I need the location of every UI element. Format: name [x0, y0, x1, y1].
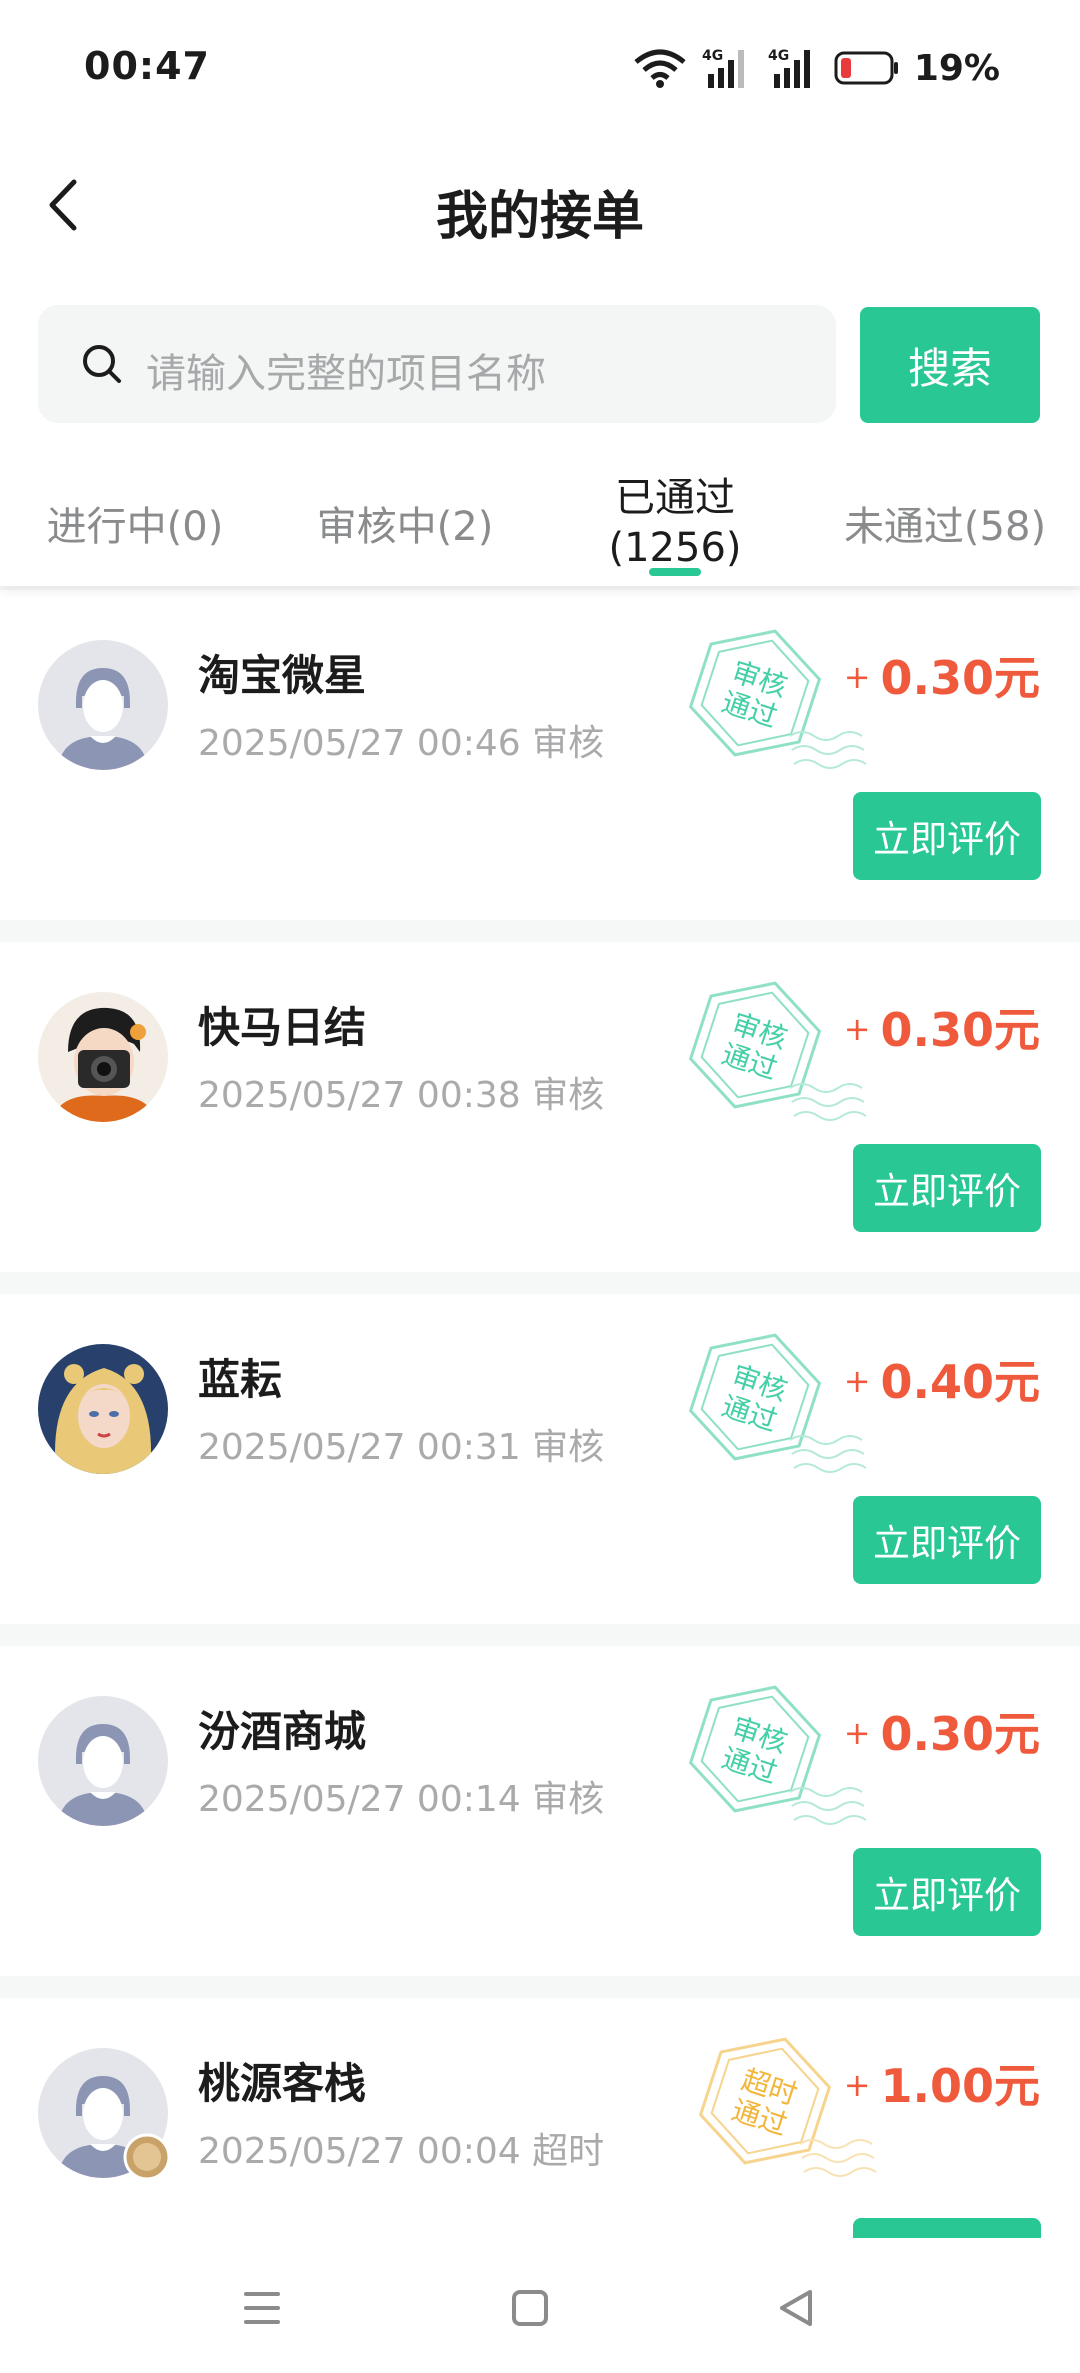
annual-badge-icon	[123, 2133, 171, 2181]
rate-button[interactable]	[853, 2218, 1041, 2238]
signal-4g-icon: 4G	[702, 48, 744, 88]
tab-approved-label: 已通过	[615, 475, 735, 521]
signal-4g-icon-2: 4G	[768, 48, 810, 88]
order-card[interactable]: 蓝耘 2025/05/27 00:31 审核 审核 通过 +0.40元 立即评价	[0, 1294, 1080, 1624]
tab-in-progress[interactable]: 进行中(0)	[20, 460, 250, 586]
battery-icon	[834, 51, 898, 85]
reward-amount: +0.40元	[843, 1355, 1040, 1409]
project-name: 桃源客栈	[198, 2059, 367, 2108]
tab-approved-count: (1256)	[608, 525, 742, 571]
search-input[interactable]: 请输入完整的项目名称	[38, 305, 836, 423]
svg-text:4G: 4G	[768, 48, 789, 64]
avatar	[38, 1696, 168, 1826]
order-card[interactable]: 快马日结 2025/05/27 00:38 审核 审核 通过 +0.30元 立即…	[0, 942, 1080, 1272]
reward-amount: +1.00元	[843, 2059, 1040, 2113]
project-name: 汾酒商城	[198, 1707, 367, 1756]
avatar	[38, 992, 168, 1122]
search-icon	[83, 345, 121, 383]
rate-button[interactable]: 立即评价	[853, 1848, 1041, 1936]
order-card[interactable]: 汾酒商城 2025/05/27 00:14 审核 审核 通过 +0.30元 立即…	[0, 1646, 1080, 1976]
wifi-icon	[634, 49, 686, 88]
tab-active-indicator	[649, 568, 701, 576]
order-time: 2025/05/27 00:31 审核	[198, 1427, 605, 1468]
search-placeholder: 请输入完整的项目名称	[146, 351, 546, 397]
header: 我的接单	[0, 140, 1080, 270]
reward-amount: +0.30元	[843, 1003, 1040, 1057]
avatar	[38, 1344, 168, 1474]
reward-amount: +0.30元	[843, 651, 1040, 705]
tab-rejected[interactable]: 未通过(58)	[820, 460, 1070, 586]
status-bar: 00:47 4G 4G 19%	[0, 0, 1080, 140]
rate-button[interactable]: 立即评价	[853, 792, 1041, 880]
system-nav-bar	[0, 2238, 1080, 2373]
back-nav-icon[interactable]	[766, 2278, 826, 2338]
home-icon[interactable]	[500, 2278, 560, 2338]
order-time: 2025/05/27 00:46 审核	[198, 723, 605, 764]
status-time: 00:47	[84, 44, 210, 88]
project-name: 淘宝微星	[198, 651, 367, 700]
rate-button[interactable]: 立即评价	[853, 1496, 1041, 1584]
order-time: 2025/05/27 00:14 审核	[198, 1779, 605, 1820]
reward-amount: +0.30元	[843, 1707, 1040, 1761]
svg-text:4G: 4G	[702, 48, 723, 64]
order-card[interactable]: 桃源客栈 2025/05/27 00:04 超时 超时 通过 +1.00元	[0, 1998, 1080, 2238]
tab-approved[interactable]: 已通过 (1256)	[565, 460, 785, 586]
order-card[interactable]: 淘宝微星 2025/05/27 00:46 审核 审核 通过 +0.30元 立即…	[0, 590, 1080, 920]
battery-percent: 19%	[913, 47, 1000, 89]
project-name: 蓝耘	[198, 1355, 283, 1404]
avatar	[38, 640, 168, 770]
order-time: 2025/05/27 00:04 超时	[198, 2131, 605, 2172]
search-row: 请输入完整的项目名称 搜索	[0, 270, 1080, 460]
search-button[interactable]: 搜索	[860, 307, 1040, 423]
page-title: 我的接单	[435, 187, 644, 247]
menu-icon[interactable]	[232, 2278, 292, 2338]
tab-reviewing[interactable]: 审核中(2)	[290, 460, 520, 586]
project-name: 快马日结	[198, 1003, 367, 1052]
status-tabs: 进行中(0) 审核中(2) 已通过 (1256) 未通过(58)	[0, 460, 1080, 586]
rate-button[interactable]: 立即评价	[853, 1144, 1041, 1232]
status-icons: 4G 4G 19%	[632, 46, 1000, 90]
order-time: 2025/05/27 00:38 审核	[198, 1075, 605, 1116]
